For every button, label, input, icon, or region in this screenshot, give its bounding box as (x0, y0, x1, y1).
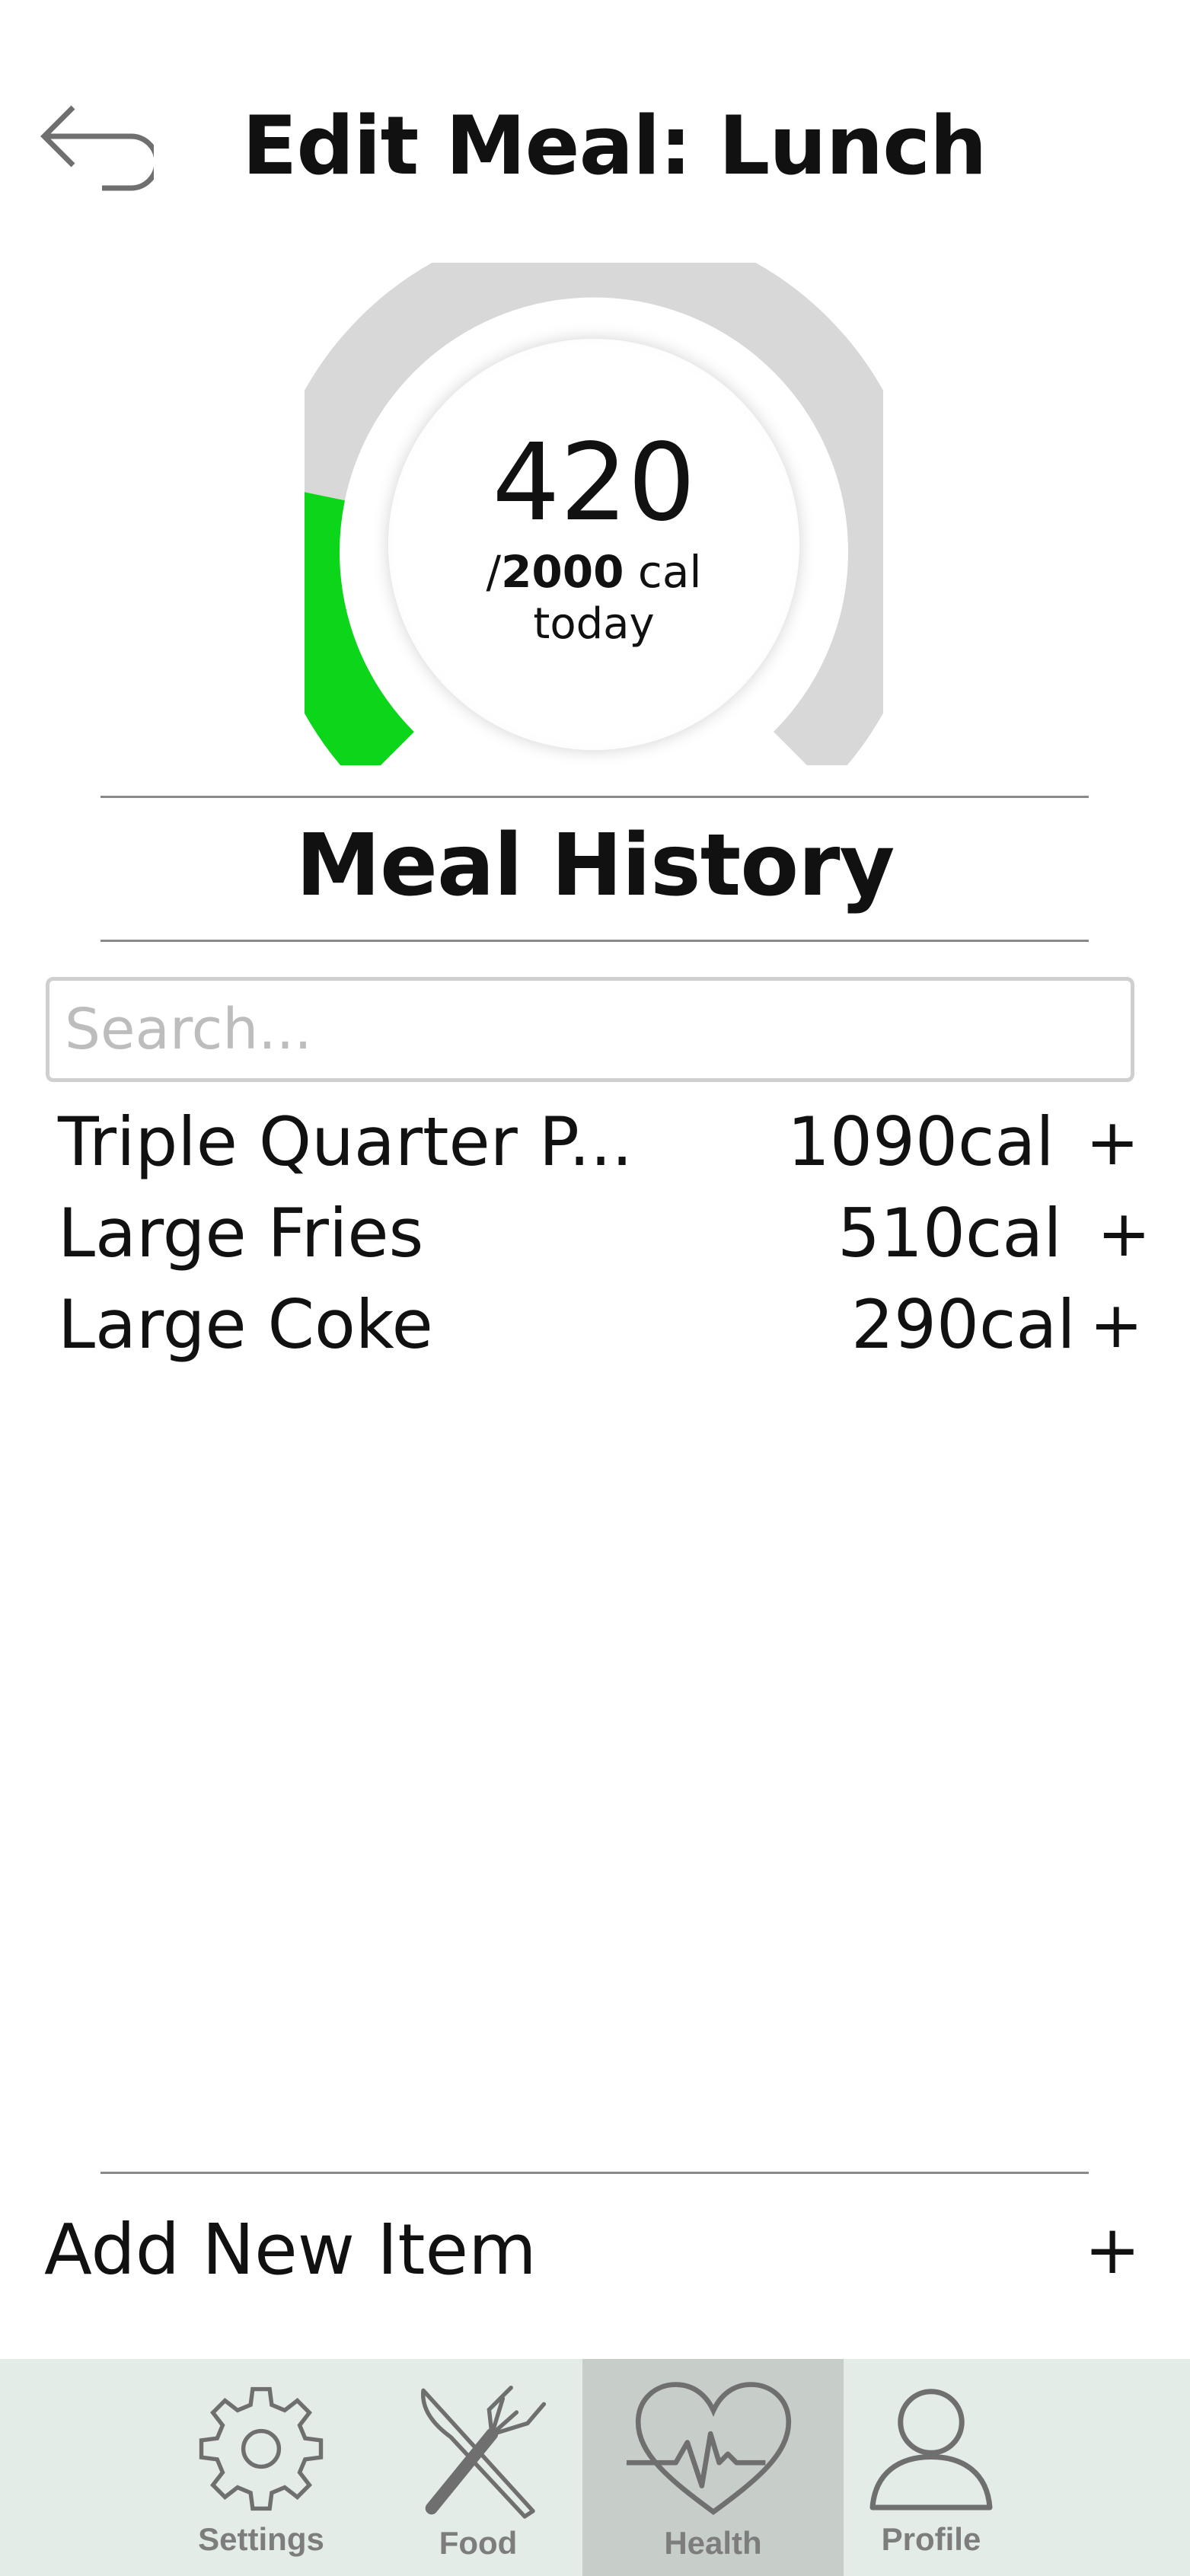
meal-calories: 510cal (837, 1194, 1062, 1272)
add-meal-button[interactable]: + (1090, 1283, 1143, 1367)
calorie-goal: /2000 cal (388, 545, 799, 599)
meal-name: Large Coke (58, 1285, 433, 1364)
meal-name: Triple Quarter P... (58, 1103, 633, 1181)
user-icon (869, 2389, 993, 2511)
gauge-progress-arc (305, 492, 415, 765)
goal-prefix: / (486, 546, 502, 598)
add-meal-button[interactable]: + (1097, 1192, 1150, 1275)
plus-icon: + (1084, 2211, 1141, 2289)
tab-label-profile: Profile (881, 2521, 981, 2557)
add-meal-button[interactable]: + (1086, 1100, 1139, 1184)
page-title: Edit Meal: Lunch (242, 99, 987, 193)
divider-add (100, 2172, 1089, 2174)
goal-value: 2000 (501, 546, 624, 598)
search-input[interactable] (46, 977, 1134, 1082)
tab-label-health: Health (664, 2525, 762, 2561)
list-item: Triple Quarter P... 1090cal + (58, 1100, 1139, 1184)
tab-food[interactable]: Food (375, 2359, 581, 2576)
list-item: Large Coke 290cal + (58, 1283, 1143, 1367)
fork-knife-icon (421, 2386, 547, 2519)
meal-calories: 290cal (851, 1285, 1076, 1364)
gauge-center: 420 /2000 cal today (388, 339, 799, 750)
back-button[interactable] (40, 103, 160, 194)
edit-meal-screen: Edit Meal: Lunch 420 /2000 cal today Mea… (0, 0, 1190, 2576)
list-item: Large Fries 510cal + (58, 1192, 1150, 1275)
meal-name: Large Fries (58, 1194, 424, 1272)
section-title: Meal History (295, 816, 895, 915)
heartbeat-icon (626, 2382, 791, 2515)
divider-bottom (100, 940, 1089, 942)
bottom-nav: Settings Food Health Profile (0, 2359, 1190, 2576)
calorie-count: 420 (492, 421, 696, 545)
calorie-period: today (533, 599, 655, 649)
goal-unit: cal (624, 546, 702, 598)
add-new-item-button[interactable]: Add New Item + (44, 2204, 1141, 2296)
tab-profile[interactable]: Profile (844, 2359, 1019, 2576)
tab-health[interactable]: Health (582, 2359, 844, 2576)
tab-label-food: Food (439, 2525, 518, 2561)
meal-calories: 1090cal (787, 1103, 1054, 1181)
calorie-gauge: 420 /2000 cal today (305, 263, 883, 765)
undo-arrow-icon (40, 105, 160, 191)
tab-label-settings: Settings (198, 2521, 324, 2557)
tab-settings[interactable]: Settings (147, 2359, 375, 2576)
add-new-item-label: Add New Item (44, 2209, 537, 2290)
divider-top (100, 796, 1089, 798)
gear-icon (199, 2386, 324, 2511)
